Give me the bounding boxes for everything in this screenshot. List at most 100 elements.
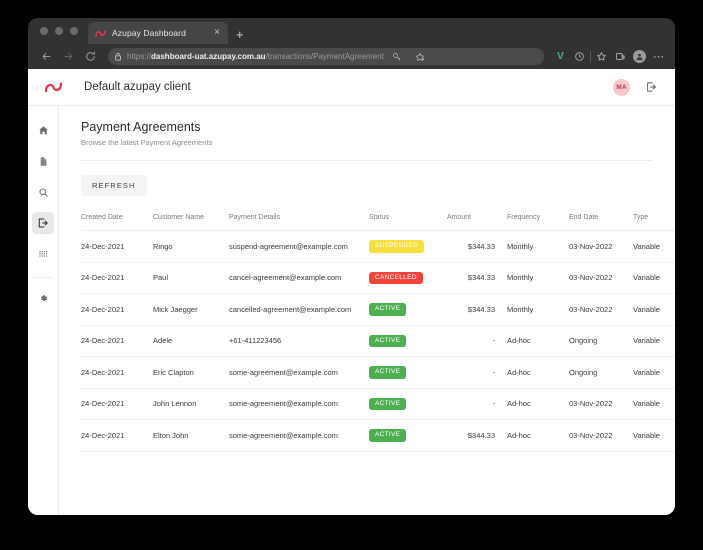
column-header-status[interactable]: Status xyxy=(369,214,447,231)
cell-customer-name: Paul xyxy=(153,262,229,294)
page-viewport: Default azupay client MA Payment Agreeme… xyxy=(28,69,675,515)
column-header-customer-name[interactable]: Customer Name xyxy=(153,214,229,231)
cell-customer-name: Eric Clapton xyxy=(153,356,229,389)
sidebar-item-apps[interactable] xyxy=(32,243,54,265)
minimize-window-button[interactable] xyxy=(55,27,63,35)
table-row[interactable]: 24-Dec-2021 Ringo suspend-agreement@exampl… xyxy=(81,230,675,263)
reload-button[interactable] xyxy=(80,47,100,67)
app-header: Default azupay client MA xyxy=(28,69,675,106)
cell-type: Variable xyxy=(633,419,675,452)
azupay-logo-icon xyxy=(94,27,106,39)
browser-tab[interactable]: Azupay Dashboard × xyxy=(88,22,228,44)
cell-frequency: Monthly xyxy=(507,230,569,263)
column-header-type[interactable]: Type xyxy=(633,214,675,231)
cell-status: CANCELLED xyxy=(369,262,447,294)
cell-created-date: 24-Dec-2021 xyxy=(81,262,153,294)
window-traffic-lights xyxy=(36,18,88,44)
history-circle-icon[interactable] xyxy=(571,48,588,65)
status-badge: ACTIVE xyxy=(369,334,407,347)
vue-devtools-icon[interactable]: V xyxy=(552,48,569,65)
app-body: Payment Agreements Browse the latest Pay… xyxy=(28,106,675,515)
sidebar-item-home[interactable] xyxy=(32,119,54,141)
maximize-window-button[interactable] xyxy=(70,27,78,35)
cell-amount: - xyxy=(447,388,507,420)
close-window-button[interactable] xyxy=(40,27,48,35)
cell-amount: - xyxy=(447,325,507,357)
table-row[interactable]: 24-Dec-2021 Adele +61-411223456 ACTIVE - Ad-h… xyxy=(81,325,675,357)
page-subtitle: Browse the latest Payment Agreements xyxy=(81,138,213,147)
column-header-created-date[interactable]: Created Date xyxy=(81,214,153,231)
column-header-end-date[interactable]: End Date xyxy=(569,214,633,231)
cell-status: ACTIVE xyxy=(369,419,447,452)
url-path: /transactions/PaymentAgreement xyxy=(265,52,384,61)
cell-frequency: Monthly xyxy=(507,293,569,326)
status-badge: ACTIVE xyxy=(369,303,407,316)
cell-amount: - xyxy=(447,356,507,389)
forward-button[interactable] xyxy=(58,47,78,67)
lock-icon xyxy=(114,52,122,61)
cell-amount: $344.33 xyxy=(447,262,507,294)
cell-created-date: 24-Dec-2021 xyxy=(81,388,153,420)
cell-type: Variable xyxy=(633,293,675,326)
cell-end-date: 03-Nov-2022 xyxy=(569,293,633,326)
table-row[interactable]: 24-Dec-2021 Elton John some-agreement@exam… xyxy=(81,419,675,452)
omnibox-actions xyxy=(389,48,429,65)
cell-amount: $344.33 xyxy=(447,419,507,452)
collections-icon[interactable] xyxy=(612,48,629,65)
status-badge: SUSPENDED xyxy=(369,240,425,253)
add-to-collection-icon[interactable] xyxy=(412,48,429,65)
sidebar-item-documents[interactable] xyxy=(32,150,54,172)
address-bar[interactable]: https://dashboard-uat.azupay.com.au/tran… xyxy=(108,48,544,65)
cell-frequency: Ad-hoc xyxy=(507,419,569,452)
cell-frequency: Monthly xyxy=(507,262,569,294)
table-row[interactable]: 24-Dec-2021 Mick Jaegger cancelled-agreeme… xyxy=(81,293,675,326)
more-menu-icon[interactable]: ⋯ xyxy=(650,48,667,65)
cell-created-date: 24-Dec-2021 xyxy=(81,419,153,452)
url-text: https://dashboard-uat.azupay.com.au/tran… xyxy=(127,52,384,61)
azupay-logo-icon xyxy=(42,78,64,96)
avatar[interactable]: MA xyxy=(613,78,630,96)
tab-title: Azupay Dashboard xyxy=(112,28,186,38)
column-header-payment-details[interactable]: Payment Details xyxy=(229,214,369,231)
sidebar-item-settings[interactable] xyxy=(32,287,54,309)
cell-payment-details: cancelled-agreement@example.com xyxy=(229,293,369,326)
logout-icon[interactable] xyxy=(643,79,659,95)
cell-end-date: Ongoing xyxy=(569,325,633,357)
tab-strip: Azupay Dashboard × + xyxy=(28,18,675,44)
sidebar-item-search[interactable] xyxy=(32,181,54,203)
cell-end-date: 03-Nov-2022 xyxy=(569,419,633,452)
profile-avatar-circle xyxy=(633,50,646,63)
cell-payment-details: some-agreement@example.com xyxy=(229,356,369,389)
url-host: dashboard-uat.azupay.com.au xyxy=(151,52,266,61)
cell-frequency: Ad-hoc xyxy=(507,325,569,357)
sidebar-item-transactions[interactable] xyxy=(32,212,54,234)
new-tab-button[interactable]: + xyxy=(228,28,252,44)
table-row[interactable]: 24-Dec-2021 John Lennon some-agreement@exa… xyxy=(81,388,675,420)
page-title: Payment Agreements xyxy=(81,120,201,134)
status-badge: CANCELLED xyxy=(369,271,423,284)
url-scheme: https:// xyxy=(127,52,152,61)
cell-type: Variable xyxy=(633,325,675,357)
column-header-frequency[interactable]: Frequency xyxy=(507,214,569,231)
close-tab-icon[interactable]: × xyxy=(212,28,222,38)
cell-customer-name: Adele xyxy=(153,325,229,357)
favorite-star-icon[interactable] xyxy=(593,48,610,65)
column-header-amount[interactable]: Amount xyxy=(447,214,507,231)
cell-payment-details: some-agreement@example.com xyxy=(229,388,369,420)
table-row[interactable]: 24-Dec-2021 Paul cancel-agreement@example.… xyxy=(81,262,675,294)
cell-status: ACTIVE xyxy=(369,356,447,389)
cell-frequency: Ad-hoc xyxy=(507,356,569,389)
sidebar xyxy=(28,106,59,515)
profile-avatar-icon[interactable] xyxy=(631,48,648,65)
cell-status: ACTIVE xyxy=(369,325,447,357)
back-button[interactable] xyxy=(36,47,56,67)
cell-frequency: Ad-hoc xyxy=(507,388,569,420)
key-icon[interactable] xyxy=(389,48,406,65)
cell-payment-details: cancel-agreement@example.com xyxy=(229,262,369,294)
refresh-button[interactable]: REFRESH xyxy=(81,175,147,196)
cell-status: ACTIVE xyxy=(369,388,447,420)
cell-type: Variable xyxy=(633,262,675,294)
cell-customer-name: John Lennon xyxy=(153,388,229,420)
table-row[interactable]: 24-Dec-2021 Eric Clapton some-agreement@ex… xyxy=(81,356,675,389)
toolbar-divider xyxy=(590,50,591,63)
